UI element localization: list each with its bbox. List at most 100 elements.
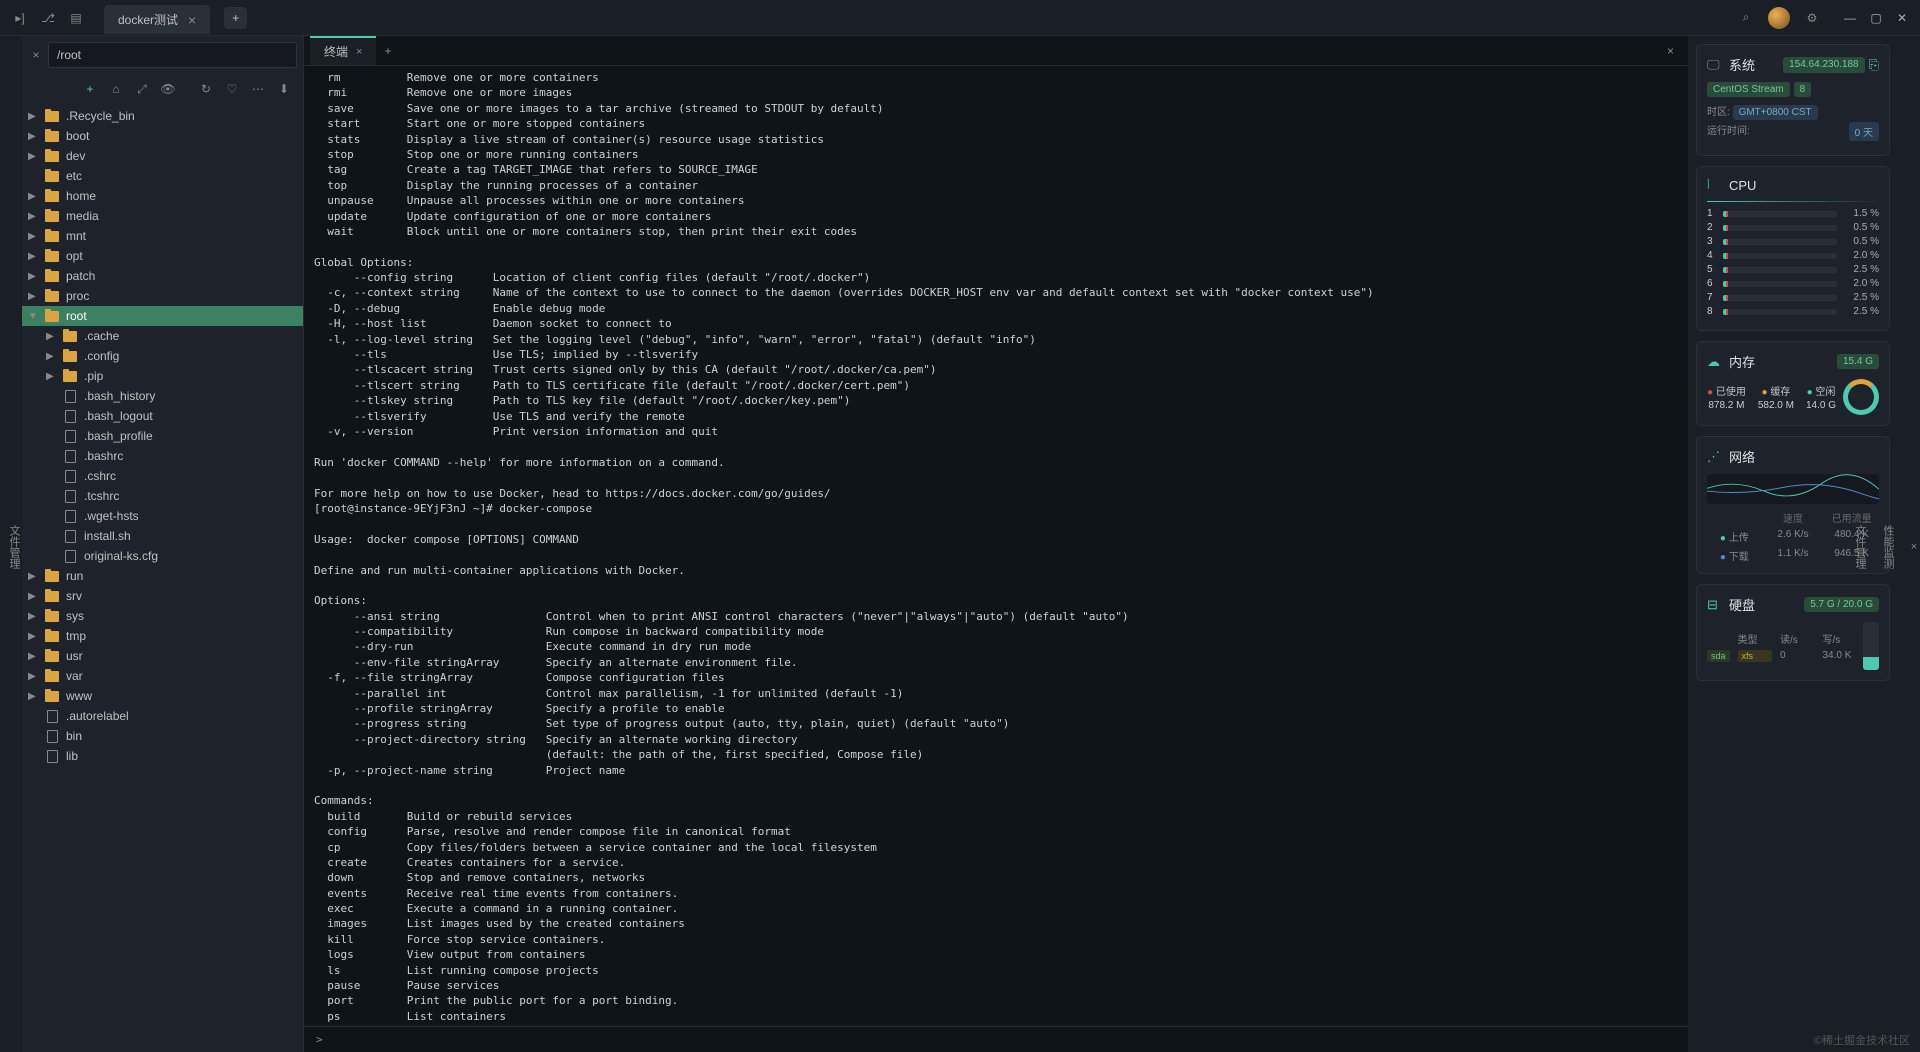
item-label: www bbox=[66, 689, 92, 703]
file-item[interactable]: .cshrc bbox=[22, 466, 303, 486]
add-terminal-button[interactable]: + bbox=[376, 40, 399, 62]
item-label: original-ks.cfg bbox=[84, 549, 158, 563]
terminal-tab[interactable]: 终端 × bbox=[310, 36, 376, 65]
file-item[interactable]: lib bbox=[22, 746, 303, 766]
item-label: .bash_history bbox=[84, 389, 155, 403]
gear-icon[interactable]: ⚙ bbox=[1802, 8, 1822, 28]
chevron-icon[interactable]: ▶ bbox=[28, 191, 38, 202]
path-input[interactable] bbox=[48, 42, 297, 68]
folder-item[interactable]: ▶tmp bbox=[22, 626, 303, 646]
close-all-button[interactable]: × bbox=[1659, 40, 1682, 62]
os-ver-badge: 8 bbox=[1794, 82, 1812, 97]
item-label: usr bbox=[66, 649, 83, 663]
folder-item[interactable]: ▶ www bbox=[22, 686, 303, 706]
file-tree[interactable]: ▶.Recycle_bin▶boot▶devetc▶home▶media▶mnt… bbox=[22, 104, 303, 1052]
folder-item[interactable]: etc bbox=[22, 166, 303, 186]
file-item[interactable]: original-ks.cfg bbox=[22, 546, 303, 566]
folder-item[interactable]: ▼root bbox=[22, 306, 303, 326]
folder-item[interactable]: ▶var bbox=[22, 666, 303, 686]
nav-list-icon[interactable]: ▤ bbox=[66, 8, 86, 28]
file-item[interactable]: .wget-hsts bbox=[22, 506, 303, 526]
folder-item[interactable]: ▶.config bbox=[22, 346, 303, 366]
more-button[interactable]: ⋯ bbox=[247, 78, 269, 100]
new-button[interactable]: + bbox=[79, 78, 101, 100]
nav-back-icon[interactable]: ▸] bbox=[10, 8, 30, 28]
file-item[interactable]: .tcshrc bbox=[22, 486, 303, 506]
folder-item[interactable]: ▶ .pip bbox=[22, 366, 303, 386]
file-icon bbox=[44, 749, 60, 763]
cpu-core-row: 11.5 % bbox=[1707, 208, 1879, 219]
chevron-icon[interactable]: ▶ bbox=[28, 111, 38, 122]
folder-item[interactable]: ▶media bbox=[22, 206, 303, 226]
chevron-icon[interactable]: ▼ bbox=[28, 311, 38, 322]
terminal-input-row[interactable]: > bbox=[304, 1026, 1688, 1052]
chevron-icon[interactable]: ▶ bbox=[28, 611, 38, 622]
minimize-button[interactable]: — bbox=[1842, 10, 1858, 26]
chevron-icon[interactable]: ▶ bbox=[28, 151, 38, 162]
memory-card: ☁ 内存 15.4 G ● 已使用878.2 M ● 缓存582.0 M ● 空… bbox=[1696, 341, 1890, 426]
folder-item[interactable]: ▶proc bbox=[22, 286, 303, 306]
chevron-icon[interactable]: ▶ bbox=[28, 131, 38, 142]
window-tab-label: docker测试 bbox=[118, 11, 178, 28]
cloud-icon: ☁ bbox=[1707, 354, 1723, 370]
file-item[interactable]: .bash_profile bbox=[22, 426, 303, 446]
folder-item[interactable]: ▶ usr bbox=[22, 646, 303, 666]
close-button[interactable]: ✕ bbox=[1894, 10, 1910, 26]
folder-item[interactable]: ▶srv bbox=[22, 586, 303, 606]
file-item[interactable]: bin bbox=[22, 726, 303, 746]
folder-item[interactable]: ▶.cache bbox=[22, 326, 303, 346]
folder-item[interactable]: ▶patch bbox=[22, 266, 303, 286]
folder-item[interactable]: ▶boot bbox=[22, 126, 303, 146]
view-button[interactable]: 👁 bbox=[157, 78, 179, 100]
chevron-icon[interactable]: ▶ bbox=[46, 331, 56, 342]
file-item[interactable]: .bash_logout bbox=[22, 406, 303, 426]
activity-file-manager[interactable]: 文件管理 bbox=[6, 521, 22, 573]
file-item[interactable]: install.sh bbox=[22, 526, 303, 546]
chevron-icon[interactable]: ▶ bbox=[28, 251, 38, 262]
folder-item[interactable]: ▶run bbox=[22, 566, 303, 586]
chevron-icon[interactable]: ▶ bbox=[28, 571, 38, 582]
close-panel-icon[interactable]: × bbox=[1908, 537, 1920, 557]
refresh-button[interactable]: ↻ bbox=[195, 78, 217, 100]
folder-item[interactable]: ▶dev bbox=[22, 146, 303, 166]
activity-file-manager-r[interactable]: 文件管理 bbox=[1852, 521, 1868, 573]
favorite-button[interactable]: ♡ bbox=[221, 78, 243, 100]
avatar[interactable] bbox=[1768, 7, 1790, 29]
file-item[interactable]: .bashrc bbox=[22, 446, 303, 466]
terminal-output[interactable]: rm Remove one or more containers rmi Rem… bbox=[304, 66, 1688, 1026]
chevron-icon[interactable]: ▶ bbox=[28, 211, 38, 222]
copy-icon[interactable]: ⎘ bbox=[1869, 57, 1879, 73]
expand-button[interactable]: ⤢ bbox=[131, 78, 153, 100]
chevron-icon[interactable]: ▶ bbox=[28, 691, 38, 702]
folder-item[interactable]: ▶mnt bbox=[22, 226, 303, 246]
close-icon[interactable]: × bbox=[188, 12, 196, 28]
maximize-button[interactable]: ▢ bbox=[1868, 10, 1884, 26]
chevron-icon[interactable]: ▶ bbox=[28, 591, 38, 602]
chevron-icon[interactable]: ▶ bbox=[28, 231, 38, 242]
file-icon bbox=[62, 469, 78, 483]
chevron-icon[interactable]: ▶ bbox=[28, 271, 38, 282]
chevron-icon[interactable]: ▶ bbox=[28, 291, 38, 302]
file-item[interactable]: .bash_history bbox=[22, 386, 303, 406]
home-button[interactable]: ⌂ bbox=[105, 78, 127, 100]
folder-item[interactable]: ▶sys bbox=[22, 606, 303, 626]
download-button[interactable]: ⬇ bbox=[273, 78, 295, 100]
folder-icon bbox=[44, 589, 60, 603]
folder-item[interactable]: ▶.Recycle_bin bbox=[22, 106, 303, 126]
item-label: .pip bbox=[84, 369, 103, 383]
close-icon[interactable]: × bbox=[356, 46, 362, 58]
chevron-icon[interactable]: ▶ bbox=[46, 371, 56, 382]
chevron-icon[interactable]: ▶ bbox=[28, 671, 38, 682]
nav-branch-icon[interactable]: ⎇ bbox=[38, 8, 58, 28]
add-tab-button[interactable]: + bbox=[224, 7, 247, 29]
window-tab[interactable]: docker测试 × bbox=[104, 5, 210, 34]
folder-item[interactable]: ▶home bbox=[22, 186, 303, 206]
chevron-icon[interactable]: ▶ bbox=[28, 651, 38, 662]
search-icon[interactable]: ⌕ bbox=[1736, 8, 1756, 28]
folder-item[interactable]: ▶opt bbox=[22, 246, 303, 266]
activity-perf-monitor[interactable]: 性能监测 bbox=[1880, 521, 1896, 573]
file-item[interactable]: .autorelabel bbox=[22, 706, 303, 726]
chevron-icon[interactable]: ▶ bbox=[46, 351, 56, 362]
path-close-icon[interactable]: × bbox=[28, 48, 44, 62]
chevron-icon[interactable]: ▶ bbox=[28, 631, 38, 642]
